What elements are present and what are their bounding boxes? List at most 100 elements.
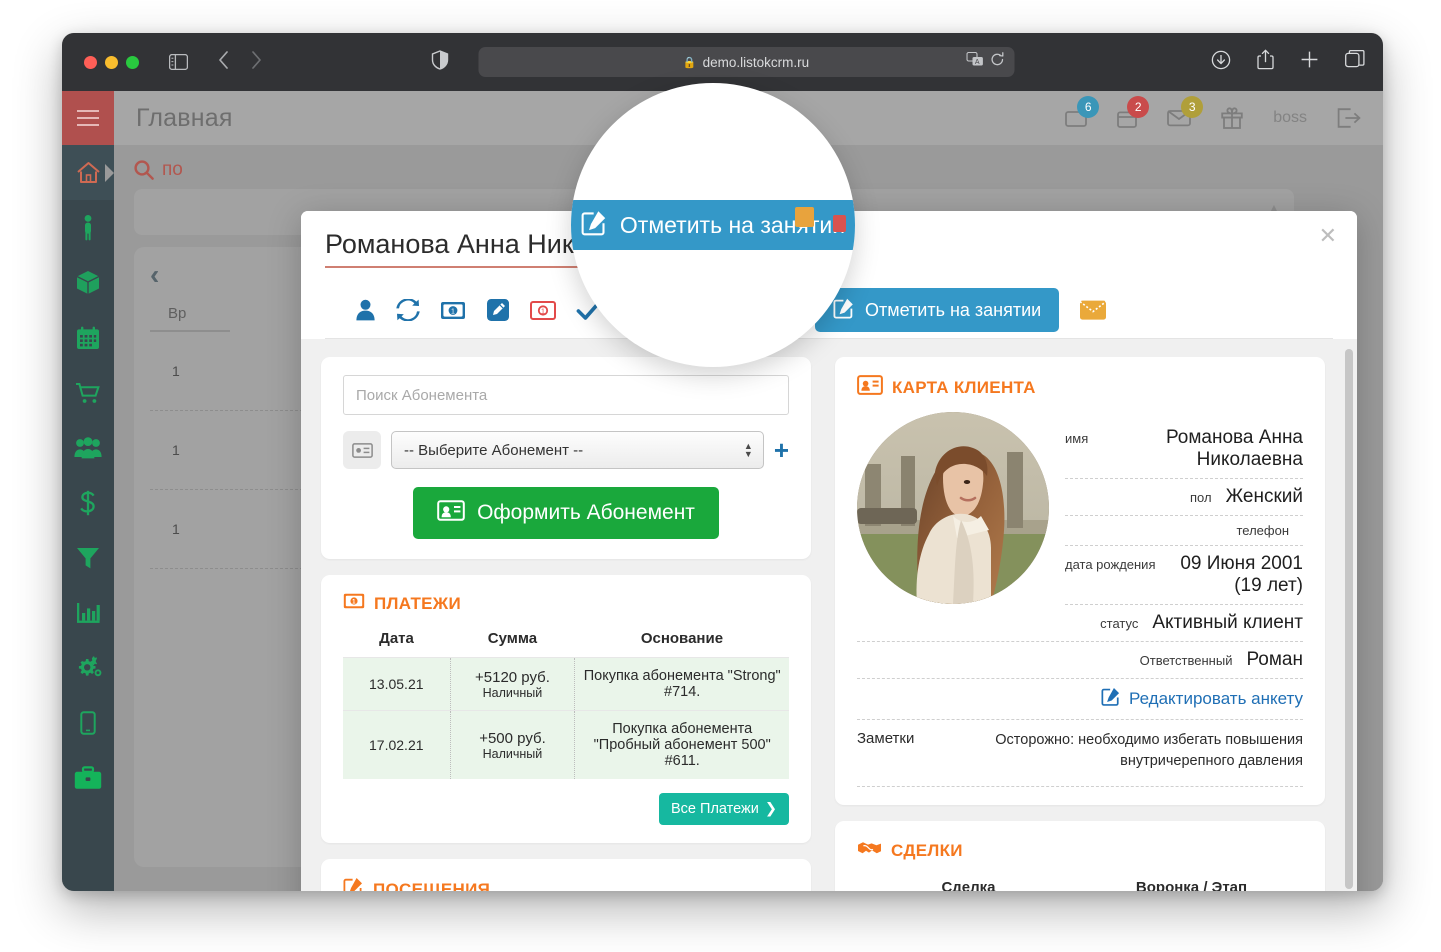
- refresh-icon[interactable]: [396, 299, 420, 321]
- cart-icon: [76, 382, 100, 403]
- maximize-window-button[interactable]: [126, 55, 139, 69]
- info-row-phone: телефон: [1065, 516, 1303, 546]
- payments-title-row: 1 ПЛАТЕЖИ: [343, 593, 789, 614]
- url-text-wrapper: 🔒 demo.listokcrm.ru: [683, 55, 809, 70]
- money-in-icon[interactable]: 1: [440, 301, 466, 320]
- sidebar-item-products[interactable]: [62, 255, 114, 310]
- browser-navigation[interactable]: [218, 50, 262, 74]
- plus-icon[interactable]: [1300, 50, 1319, 74]
- info-label: имя: [1065, 431, 1089, 446]
- topbar-icon-1[interactable]: 6: [1065, 96, 1100, 127]
- topbar-icon-2[interactable]: 2: [1117, 95, 1150, 128]
- modal-scrollbar[interactable]: [1345, 349, 1353, 889]
- payments-title: ПЛАТЕЖИ: [374, 593, 461, 613]
- prev-period-button[interactable]: ‹: [150, 259, 159, 291]
- mail-icon-magnified: [795, 205, 815, 234]
- client-card-title-row: КАРТА КЛИЕНТА: [857, 375, 1303, 400]
- handshake-icon: [857, 839, 882, 863]
- notes-label: Заметки: [857, 730, 915, 747]
- browser-toolbar-right[interactable]: [1211, 49, 1365, 75]
- sidebar-item-reports[interactable]: [62, 585, 114, 640]
- tab-overview-icon[interactable]: [1345, 49, 1365, 75]
- mark-at-lesson-button[interactable]: Отметить на занятии: [815, 288, 1060, 332]
- payments-col-sum: Сумма: [487, 630, 538, 647]
- info-label: телефон: [1236, 523, 1289, 538]
- deals-title: СДЕЛКИ: [891, 841, 963, 861]
- url-input[interactable]: 🔒 demo.listokcrm.ru A: [478, 47, 1014, 77]
- sidebar-toggle-icon[interactable]: [169, 54, 188, 70]
- create-subscription-button[interactable]: Оформить Абонемент: [413, 487, 719, 539]
- subscription-select[interactable]: -- Выберите Абонемент -- ▲ ▼: [391, 431, 764, 469]
- sidebar-item-settings[interactable]: [62, 640, 114, 695]
- topbar-icon-3[interactable]: 3: [1167, 96, 1204, 127]
- edit-profile-link[interactable]: Редактировать анкету: [857, 679, 1303, 720]
- url-text: demo.listokcrm.ru: [702, 54, 810, 70]
- search-icon: [134, 160, 154, 180]
- pencil-square-icon: [343, 877, 364, 891]
- deals-col-funnel: Воронка / Этап: [1135, 879, 1248, 891]
- info-row-responsible: Ответственный Роман: [857, 642, 1303, 679]
- modal-left-column: -- Выберите Абонемент -- ▲▼ + Оф: [321, 357, 811, 891]
- deals-col-deal: Сделка: [941, 879, 996, 891]
- sidebar-item-finance[interactable]: [62, 475, 114, 530]
- translate-icon[interactable]: A: [965, 51, 983, 72]
- funnel-icon: [77, 547, 99, 568]
- payment-basis: Покупка абонемента "Strong" #714.: [574, 657, 789, 711]
- mail-icon[interactable]: [1079, 299, 1107, 321]
- client-modal: Романова Анна Николаевна ✕ 1 1 Отметить …: [301, 211, 1357, 891]
- reload-icon[interactable]: [990, 52, 1004, 72]
- payment-date: 13.05.21: [343, 657, 451, 711]
- sidebar-item-sales[interactable]: [62, 365, 114, 420]
- table-row[interactable]: 13.05.21 +5120 руб. Наличный Покупка або…: [343, 657, 789, 711]
- back-arrow-icon[interactable]: [218, 50, 229, 74]
- svg-text:A: A: [974, 59, 979, 66]
- client-card-top: имя Романова Анна Николаевна пол Женский: [857, 412, 1303, 605]
- money-out-icon[interactable]: 1: [530, 300, 556, 320]
- svg-text:1: 1: [541, 308, 545, 315]
- info-label: статус: [1100, 616, 1139, 631]
- payment-method: Наличный: [482, 685, 543, 700]
- mark-at-lesson-label: Отметить на занятии: [865, 299, 1042, 320]
- edit-icon[interactable]: [486, 298, 510, 322]
- table-row[interactable]: 17.02.21 +500 руб. Наличный Покупка абон…: [343, 710, 789, 779]
- sidebar-item-home[interactable]: [62, 145, 114, 200]
- sidebar-item-groups[interactable]: [62, 420, 114, 475]
- payments-table: Дата Сумма Основание 13.05.21 +5120 руб.…: [343, 626, 789, 779]
- subscription-card: -- Выберите Абонемент -- ▲▼ + Оф: [321, 357, 811, 559]
- sidebar-item-menu-burger[interactable]: [62, 91, 114, 145]
- info-value: Романова Анна Николаевна: [1165, 427, 1303, 470]
- calendar-icon: [77, 326, 99, 349]
- all-payments-button[interactable]: Все Платежи ❯: [659, 793, 789, 825]
- deals-title-row: СДЕЛКИ: [857, 839, 1303, 863]
- badge-3: 3: [1181, 96, 1204, 118]
- close-window-button[interactable]: [84, 55, 97, 69]
- sidebar-item-clients[interactable]: [62, 200, 114, 255]
- sidebar-item-briefcase[interactable]: [62, 750, 114, 805]
- payment-sum: +5120 руб.: [475, 668, 550, 686]
- magnifier-zoom-overlay: Отметить на занятии: [571, 83, 855, 367]
- person-icon: [84, 214, 92, 240]
- window-controls[interactable]: [84, 55, 139, 69]
- shield-icon[interactable]: [431, 49, 448, 75]
- download-icon[interactable]: [1211, 50, 1231, 75]
- subscription-search-input[interactable]: [343, 375, 789, 415]
- gift-icon[interactable]: [1221, 107, 1243, 129]
- url-right-icons[interactable]: A: [965, 51, 1004, 72]
- topbar-right[interactable]: 6 2 3 boss: [1065, 95, 1361, 129]
- money-out-icon-magnified: [833, 213, 847, 240]
- sidebar-item-funnel[interactable]: [62, 530, 114, 585]
- chevron-updown-icon: ▲ ▼: [743, 441, 753, 459]
- minimize-window-button[interactable]: [105, 55, 118, 69]
- logout-icon[interactable]: [1337, 108, 1361, 128]
- client-icon[interactable]: [355, 299, 376, 321]
- add-subscription-icon[interactable]: +: [774, 437, 789, 463]
- people-icon: [74, 436, 102, 458]
- share-icon[interactable]: [1257, 49, 1274, 75]
- badge-2: 2: [1127, 95, 1150, 118]
- sidebar-item-mobile[interactable]: [62, 695, 114, 750]
- card-icon: [343, 431, 381, 469]
- avatar: [857, 412, 1049, 604]
- close-icon[interactable]: ✕: [1319, 225, 1337, 247]
- edit-profile-label: Редактировать анкету: [1129, 689, 1303, 708]
- sidebar-item-schedule[interactable]: [62, 310, 114, 365]
